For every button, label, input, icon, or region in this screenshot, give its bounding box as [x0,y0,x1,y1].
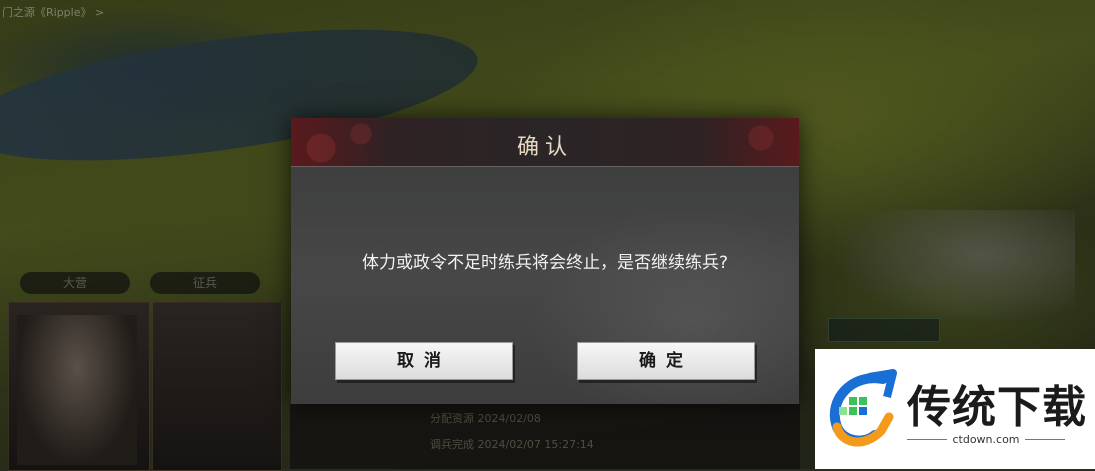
general-portrait [17,315,137,465]
general-card-secondary[interactable] [152,302,282,471]
hud-log-line: 分配资源 2024/02/08 [430,412,541,425]
watermark-title: 传统下载 [907,382,1087,433]
hud-log-line: 调兵完成 2024/02/07 15:27:14 [430,438,594,451]
hud-tab-camp[interactable]: 大营 [20,272,130,294]
confirm-button[interactable]: 确定 [577,342,755,380]
general-card[interactable] [8,302,150,471]
dialog-title: 确认 [516,135,573,160]
breadcrumb: 门之源《Ripple》 > [2,6,105,19]
divider [1025,439,1065,440]
site-watermark: 传统下载 ctdown.com [815,349,1095,469]
hud-tab-recruit[interactable]: 征兵 [150,272,260,294]
hud-status-badge [828,318,940,342]
dialog-header: 确认 [291,118,799,167]
confirm-dialog: 确认 体力或政令不足时练兵将会终止，是否继续练兵? 取消 确定 [291,118,799,404]
cancel-button[interactable]: 取消 [335,342,513,380]
dialog-message: 体力或政令不足时练兵将会终止，是否继续练兵? [361,253,729,273]
ctdown-logo-icon [830,369,897,447]
